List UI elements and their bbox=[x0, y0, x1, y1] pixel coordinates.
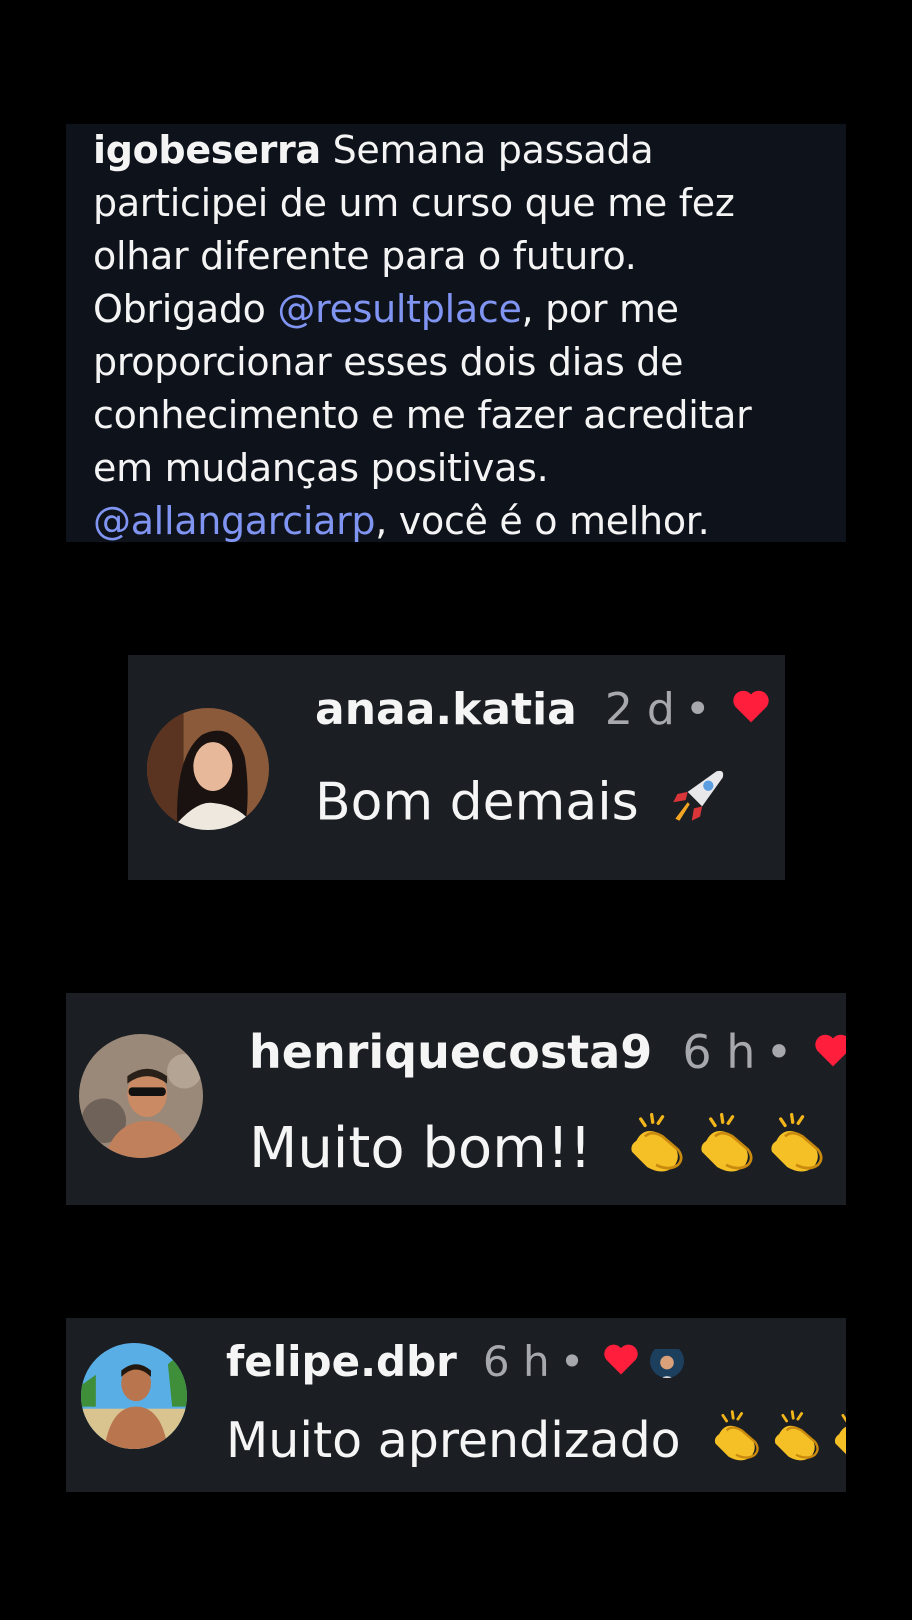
comment-item: henriquecosta9 6 h • Muito bom!! bbox=[66, 993, 846, 1205]
separator-dot: • bbox=[559, 1336, 585, 1386]
mention-link-resultplace[interactable]: @resultplace bbox=[277, 287, 521, 331]
separator-dot: • bbox=[684, 683, 711, 735]
avatar-man-beach-icon bbox=[81, 1343, 187, 1449]
author-heart-icon bbox=[731, 684, 771, 735]
author-avatar-icon bbox=[650, 1344, 685, 1378]
avatar[interactable] bbox=[147, 708, 269, 830]
rocket-icon bbox=[665, 763, 731, 848]
author-heart-icon bbox=[602, 1337, 640, 1386]
comment-username[interactable]: anaa.katia bbox=[315, 684, 577, 735]
avatar-man-sunglasses-icon bbox=[79, 1034, 203, 1158]
comment-username[interactable]: henriquecosta9 bbox=[249, 1025, 652, 1079]
avatar[interactable] bbox=[79, 1034, 203, 1158]
clapping-hands-icon bbox=[761, 1108, 831, 1196]
caption-text: igobeserra Semana passada participei de … bbox=[93, 124, 813, 542]
clapping-hands-icon bbox=[621, 1108, 691, 1196]
comment-username[interactable]: felipe.dbr bbox=[226, 1337, 457, 1386]
caption-username[interactable]: igobeserra bbox=[93, 128, 321, 172]
comment-text: Bom demais bbox=[315, 772, 639, 833]
clapping-hands-icon bbox=[706, 1406, 766, 1481]
clapping-hands-icon bbox=[826, 1406, 846, 1481]
comment-time: 6 h bbox=[482, 1336, 550, 1386]
comment-item: felipe.dbr 6 h • Muito aprendizado bbox=[66, 1318, 846, 1492]
comment-time: 2 d bbox=[604, 683, 675, 735]
comment-time: 6 h bbox=[682, 1025, 756, 1079]
clapping-hands-icon bbox=[691, 1108, 761, 1196]
mention-link-allangarciarp[interactable]: @allangarciarp bbox=[93, 499, 376, 542]
comment-text: Muito bom!! bbox=[249, 1116, 592, 1182]
avatar[interactable] bbox=[81, 1343, 187, 1449]
avatar-woman-icon bbox=[147, 708, 269, 830]
comment-item: anaa.katia 2 d • Bom demais bbox=[128, 655, 785, 880]
clapping-hands-icon bbox=[766, 1406, 826, 1481]
comment-text: Muito aprendizado bbox=[226, 1412, 681, 1469]
caption-text-part3: , você é o melhor. bbox=[375, 499, 710, 542]
separator-dot: • bbox=[765, 1025, 793, 1079]
caption-card: igobeserra Semana passada participei de … bbox=[66, 124, 846, 542]
author-heart-icon bbox=[813, 1025, 846, 1079]
